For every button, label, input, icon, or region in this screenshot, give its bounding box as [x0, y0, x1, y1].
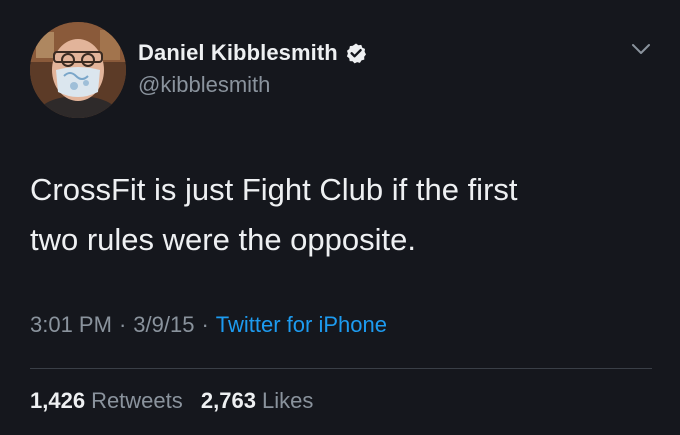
tweet-text: CrossFit is just Fight Club if the first…: [30, 165, 640, 265]
avatar[interactable]: [30, 22, 126, 118]
retweets-label: Retweets: [91, 388, 183, 413]
display-name[interactable]: Daniel Kibblesmith: [138, 40, 338, 66]
meta-separator: ·: [118, 312, 127, 337]
verified-badge-icon: [345, 42, 367, 64]
author-block: Daniel Kibblesmith @kibblesmith: [138, 40, 367, 98]
tweet-time[interactable]: 3:01 PM: [30, 312, 112, 337]
tweet-source-link[interactable]: Twitter for iPhone: [216, 312, 387, 337]
user-handle[interactable]: @kibblesmith: [138, 72, 367, 98]
tweet-text-line: two rules were the opposite.: [30, 222, 416, 257]
meta-separator: ·: [201, 312, 209, 337]
chevron-down-icon[interactable]: [630, 38, 652, 60]
tweet-meta: 3:01 PM · 3/9/15 · Twitter for iPhone: [30, 312, 387, 338]
likes-count: 2,763: [200, 388, 256, 413]
name-row: Daniel Kibblesmith: [138, 40, 367, 66]
tweet-card: Daniel Kibblesmith @kibblesmith CrossFit…: [0, 0, 680, 435]
tweet-stats: 1,426 Retweets 2,763 Likes: [30, 388, 313, 414]
retweets-stat[interactable]: 1,426 Retweets: [30, 388, 183, 413]
likes-stat[interactable]: 2,763 Likes: [201, 388, 313, 413]
divider: [30, 368, 652, 369]
tweet-text-line: CrossFit is just Fight Club if the first: [30, 172, 518, 207]
retweets-count: 1,426: [30, 388, 86, 413]
avatar-photo-icon: [30, 22, 126, 118]
likes-label: Likes: [261, 388, 314, 413]
tweet-date[interactable]: 3/9/15: [133, 312, 194, 337]
